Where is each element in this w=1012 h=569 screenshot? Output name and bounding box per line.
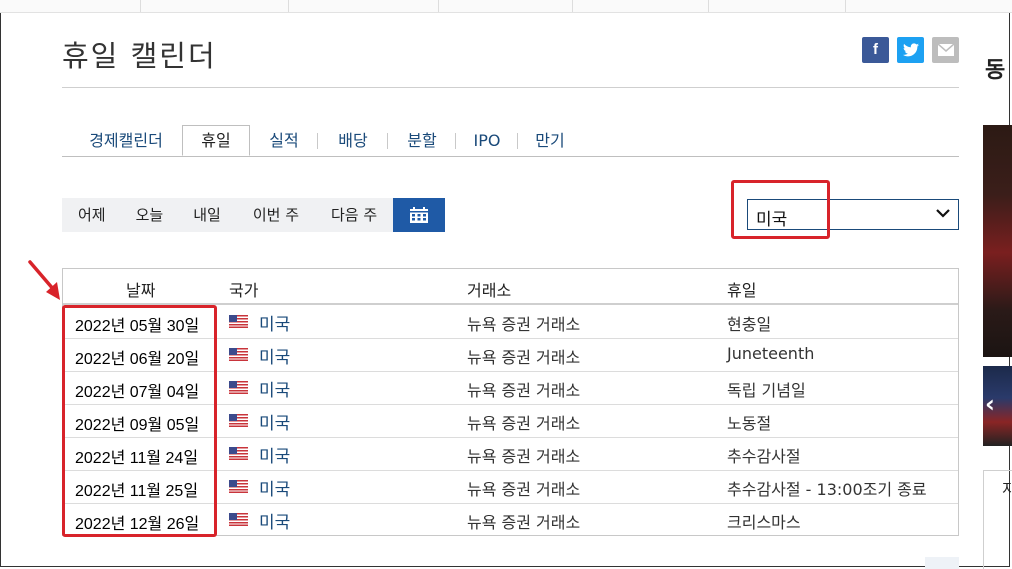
row-country-link[interactable]: 미국 bbox=[259, 343, 290, 368]
scroll-to-top-button[interactable] bbox=[925, 557, 959, 569]
us-flag-icon bbox=[229, 513, 248, 526]
twitter-icon bbox=[902, 43, 919, 57]
tab-holidays[interactable]: 휴일 bbox=[182, 125, 250, 156]
row-country-link[interactable]: 미국 bbox=[259, 376, 290, 401]
tab-economic-calendar[interactable]: 경제캘린더 bbox=[70, 125, 182, 156]
page-title: 휴일 캘린더 bbox=[62, 39, 217, 73]
tab-earnings[interactable]: 실적 bbox=[250, 125, 318, 156]
row-holiday: 현충일 bbox=[727, 315, 772, 334]
us-flag-icon bbox=[229, 348, 248, 361]
us-flag-icon bbox=[229, 414, 248, 427]
row-holiday: 추수감사절 bbox=[727, 447, 801, 466]
row-exchange: 뉴욕 증권 거래소 bbox=[467, 381, 581, 400]
tab-label: 배당 bbox=[338, 131, 368, 150]
top-navigation-strip bbox=[0, 0, 1012, 13]
tab-label: 실적 bbox=[269, 131, 299, 150]
tab-splits[interactable]: 분할 bbox=[388, 125, 456, 156]
row-holiday: Juneteenth bbox=[727, 344, 815, 363]
sidebar-video-thumbnail[interactable] bbox=[983, 125, 1012, 357]
chevron-down-icon bbox=[936, 209, 950, 218]
row-holiday: 크리스마스 bbox=[727, 513, 801, 532]
header-holiday: 휴일 bbox=[727, 281, 757, 300]
today-button[interactable]: 오늘 bbox=[122, 198, 178, 232]
next-week-button[interactable]: 다음 주 bbox=[315, 198, 393, 232]
row-exchange: 뉴욕 증권 거래소 bbox=[467, 315, 581, 334]
row-exchange: 뉴욕 증권 거래소 bbox=[467, 348, 581, 367]
yesterday-button[interactable]: 어제 bbox=[62, 198, 122, 232]
header-date: 날짜 bbox=[126, 281, 156, 300]
table-header: 날짜 국가 거래소 휴일 bbox=[63, 269, 958, 305]
row-exchange: 뉴욕 증권 거래소 bbox=[467, 513, 581, 532]
us-flag-icon bbox=[229, 480, 248, 493]
row-holiday: 노동절 bbox=[727, 414, 772, 433]
facebook-icon: f bbox=[873, 41, 878, 58]
tab-expirations[interactable]: 만기 bbox=[518, 125, 582, 156]
row-country-link[interactable]: 미국 bbox=[259, 310, 290, 335]
us-flag-icon bbox=[229, 381, 248, 394]
row-country-link[interactable]: 미국 bbox=[259, 409, 290, 434]
calendar-picker-button[interactable] bbox=[393, 198, 446, 232]
envelope-icon bbox=[937, 43, 954, 56]
nav-separator bbox=[140, 0, 141, 12]
nav-separator bbox=[438, 0, 439, 12]
header-country: 국가 bbox=[229, 281, 259, 300]
row-exchange: 뉴욕 증권 거래소 bbox=[467, 480, 581, 499]
tab-ipo[interactable]: IPO bbox=[456, 125, 518, 156]
chevron-left-icon[interactable]: ‹ bbox=[985, 390, 995, 418]
row-country-link[interactable]: 미국 bbox=[259, 442, 290, 467]
row-country-link[interactable]: 미국 bbox=[259, 475, 290, 500]
tab-label: 경제캘린더 bbox=[89, 131, 163, 150]
row-exchange: 뉴욕 증권 거래소 bbox=[467, 447, 581, 466]
tab-label: IPO bbox=[473, 131, 501, 150]
annotation-highlight-country bbox=[731, 180, 830, 239]
title-divider bbox=[62, 87, 959, 88]
nav-separator bbox=[708, 0, 709, 12]
email-share-button[interactable] bbox=[932, 37, 959, 63]
tab-dividends[interactable]: 배당 bbox=[318, 125, 388, 156]
twitter-share-button[interactable] bbox=[897, 37, 924, 63]
tab-label: 휴일 bbox=[201, 131, 231, 150]
calendar-tabs: 경제캘린더 휴일 실적 배당 분할 IPO 만기 bbox=[62, 125, 959, 157]
us-flag-icon bbox=[229, 447, 248, 460]
row-exchange: 뉴욕 증권 거래소 bbox=[467, 414, 581, 433]
header-exchange: 거래소 bbox=[467, 281, 512, 300]
calendar-icon bbox=[410, 207, 429, 223]
row-holiday: 추수감사절 - 13:00조기 종료 bbox=[727, 480, 927, 499]
sidebar-panel-label: 지 bbox=[1002, 480, 1012, 498]
annotation-highlight-dates bbox=[62, 305, 217, 537]
nav-separator bbox=[288, 0, 289, 12]
us-flag-icon bbox=[229, 315, 248, 328]
row-country-link[interactable]: 미국 bbox=[259, 508, 290, 533]
day-filter-bar: 어제 오늘 내일 이번 주 다음 주 bbox=[62, 198, 446, 232]
row-holiday: 독립 기념일 bbox=[727, 381, 806, 400]
tab-label: 분할 bbox=[407, 131, 437, 150]
tomorrow-button[interactable]: 내일 bbox=[177, 198, 237, 232]
annotation-arrow-icon bbox=[28, 260, 60, 300]
this-week-button[interactable]: 이번 주 bbox=[237, 198, 315, 232]
nav-separator bbox=[572, 0, 573, 12]
facebook-share-button[interactable]: f bbox=[862, 37, 889, 63]
sidebar-title: 동 bbox=[985, 58, 1006, 83]
tab-label: 만기 bbox=[535, 131, 565, 150]
nav-separator bbox=[845, 0, 846, 12]
